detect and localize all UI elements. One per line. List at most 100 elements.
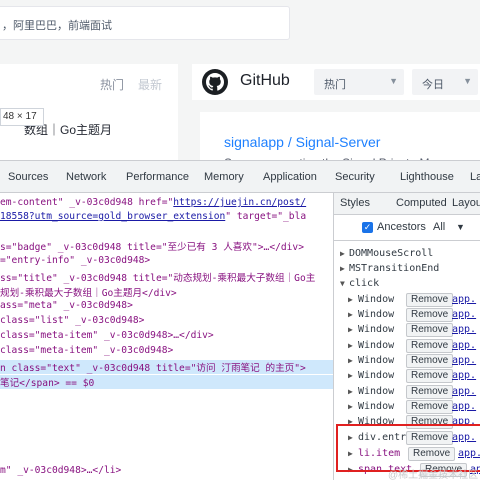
triangle-right-icon[interactable]: ▶: [340, 264, 345, 273]
element-size-tooltip: 48 × 17: [0, 108, 44, 126]
period-select[interactable]: 今日 ▼: [412, 69, 478, 95]
dom-node-line[interactable]: class="meta-item" _v-03c0d948>: [0, 345, 173, 356]
listener-name: Window: [358, 401, 395, 412]
chevron-down-icon: ▼: [456, 222, 465, 232]
listener-row[interactable]: ▼ click: [334, 277, 480, 293]
dom-node-text: class="list" _v-03c0d948>: [0, 315, 145, 326]
listener-row[interactable]: ▶ Window Remove app.: [334, 293, 480, 309]
listener-source-link[interactable]: app.: [452, 324, 476, 335]
listener-row[interactable]: ▶ DOMMouseScroll: [334, 247, 480, 263]
listener-source-link[interactable]: app.: [452, 401, 476, 412]
dom-node-text: 规划-乘积最大子数组｜Go主题月</div>: [0, 288, 177, 299]
triangle-right-icon[interactable]: ▶: [348, 371, 353, 380]
dom-node-line[interactable]: ass="meta" _v-03c0d948>: [0, 300, 133, 311]
tab-security[interactable]: Security: [335, 171, 375, 183]
tab-sources[interactable]: Sources: [8, 171, 48, 183]
listener-row[interactable]: ▶ Window Remove app.: [334, 400, 480, 416]
dom-node-text: ass="meta" _v-03c0d948>: [0, 300, 133, 311]
triangle-right-icon[interactable]: ▶: [348, 387, 353, 396]
listener-row[interactable]: ▶ MSTransitionEnd: [334, 262, 480, 278]
tab-styles[interactable]: Styles: [340, 197, 370, 209]
ancestors-label: Ancestors: [377, 221, 426, 233]
remove-listener-button[interactable]: Remove: [406, 308, 454, 322]
dom-node-line[interactable]: m" _v-03c0d948>…</li>: [0, 465, 121, 476]
dom-node-link[interactable]: https://juejin.cn/post/: [173, 197, 306, 208]
dom-node-text: class="meta-item" _v-03c0d948>…</div>: [0, 330, 214, 341]
tab-hot[interactable]: 热门: [100, 78, 124, 92]
remove-listener-button[interactable]: Remove: [406, 293, 454, 307]
tab-layers[interactable]: La: [470, 171, 480, 183]
tab-layout[interactable]: Layout: [452, 197, 480, 209]
dom-node-line[interactable]: 笔记</span> == $0: [0, 375, 333, 389]
elements-tree[interactable]: em-content" _v-03c0d948 href="https://ju…: [0, 193, 333, 480]
listener-name: Window: [358, 294, 395, 305]
dom-node-text: " target="_bla: [225, 211, 307, 222]
listener-name: Window: [358, 340, 395, 351]
tab-memory[interactable]: Memory: [204, 171, 244, 183]
remove-listener-button[interactable]: Remove: [406, 400, 454, 414]
remove-listener-button[interactable]: Remove: [406, 339, 454, 353]
dom-node-text: m" _v-03c0d948>…</li>: [0, 465, 122, 476]
remove-listener-button[interactable]: Remove: [406, 323, 454, 337]
dom-node-link[interactable]: 18558?utm_source=gold_browser_extension: [0, 211, 225, 222]
dom-node-text: s="badge" _v-03c0d948 title="至少已有 3 人喜欢"…: [0, 242, 304, 253]
remove-listener-button[interactable]: Remove: [406, 369, 454, 383]
dom-node-line[interactable]: n class="text" _v-03c0d948 title="访问 汀雨笔…: [0, 360, 333, 374]
tab-latest[interactable]: 最新: [138, 78, 162, 92]
dom-node-line[interactable]: 18558?utm_source=gold_browser_extension"…: [0, 211, 306, 222]
ancestors-select[interactable]: All: [433, 221, 445, 233]
remove-listener-button[interactable]: Remove: [406, 385, 454, 399]
listener-row[interactable]: ▶ Window Remove app.: [334, 339, 480, 355]
listener-source-link[interactable]: app.: [452, 386, 476, 397]
dom-node-text: ="entry-info" _v-03c0d948>: [0, 255, 151, 266]
tab-performance[interactable]: Performance: [126, 171, 189, 183]
dom-node-line[interactable]: s="badge" _v-03c0d948 title="至少已有 3 人喜欢"…: [0, 239, 304, 253]
listener-row[interactable]: ▶ Window Remove app.: [334, 354, 480, 370]
triangle-right-icon[interactable]: ▶: [348, 325, 353, 334]
listener-name: Window: [358, 370, 395, 381]
dom-node-line[interactable]: class="meta-item" _v-03c0d948>…</div>: [0, 330, 214, 341]
tab-application[interactable]: Application: [263, 171, 317, 183]
triangle-right-icon[interactable]: ▶: [348, 310, 353, 319]
tab-network[interactable]: Network: [66, 171, 106, 183]
tab-lighthouse[interactable]: Lighthouse: [400, 171, 454, 183]
listener-row[interactable]: ▶ Window Remove app.: [334, 385, 480, 401]
listener-source-link[interactable]: app.: [452, 355, 476, 366]
remove-listener-button[interactable]: Remove: [406, 354, 454, 368]
dom-node-line[interactable]: class="list" _v-03c0d948>: [0, 315, 144, 326]
search-input[interactable]: ，阿里巴巴，前端面试: [0, 6, 290, 40]
listener-name: click: [349, 278, 380, 289]
listener-source-link[interactable]: app.: [452, 294, 476, 305]
tab-computed[interactable]: Computed: [396, 197, 447, 209]
dom-node-line[interactable]: em-content" _v-03c0d948 href="https://ju…: [0, 197, 306, 208]
github-logo-icon: [202, 69, 228, 95]
github-card-header: GitHub 热门 ▼ 今日 ▼: [192, 64, 480, 100]
triangle-right-icon[interactable]: ▶: [348, 356, 353, 365]
listener-name: Window: [358, 309, 395, 320]
dom-node-line[interactable]: ss="title" _v-03c0d948 title="动态规划-乘积最大子…: [0, 270, 315, 284]
listener-source-link[interactable]: app.: [452, 370, 476, 381]
annotation-highlight-box: [336, 424, 480, 472]
ancestors-checkbox[interactable]: ✓: [362, 222, 373, 233]
listener-source-link[interactable]: app.: [452, 340, 476, 351]
triangle-right-icon[interactable]: ▶: [348, 295, 353, 304]
triangle-down-icon[interactable]: ▼: [340, 279, 345, 288]
sort-tabs: 热门 最新: [86, 76, 162, 93]
listener-name: Window: [358, 324, 395, 335]
listener-name: DOMMouseScroll: [349, 248, 434, 259]
github-repo-card: signalapp / Signal-Server Server support…: [200, 112, 480, 170]
dom-node-line[interactable]: 规划-乘积最大子数组｜Go主题月</div>: [0, 285, 177, 299]
listener-source-link[interactable]: app.: [452, 309, 476, 320]
listener-row[interactable]: ▶ Window Remove app.: [334, 308, 480, 324]
dom-node-text: ss="title" _v-03c0d948 title="动态规划-乘积最大子…: [0, 273, 316, 284]
repo-link[interactable]: signalapp / Signal-Server: [224, 134, 380, 150]
triangle-right-icon[interactable]: ▶: [348, 402, 353, 411]
triangle-right-icon[interactable]: ▶: [348, 341, 353, 350]
dom-node-text: class="meta-item" _v-03c0d948>: [0, 345, 174, 356]
search-input-text: ，阿里巴巴，前端面试: [2, 20, 112, 32]
listener-row[interactable]: ▶ Window Remove app.: [334, 323, 480, 339]
triangle-right-icon[interactable]: ▶: [340, 249, 345, 258]
listener-row[interactable]: ▶ Window Remove app.: [334, 369, 480, 385]
dom-node-line[interactable]: ="entry-info" _v-03c0d948>: [0, 255, 150, 266]
hot-select[interactable]: 热门 ▼: [314, 69, 404, 95]
